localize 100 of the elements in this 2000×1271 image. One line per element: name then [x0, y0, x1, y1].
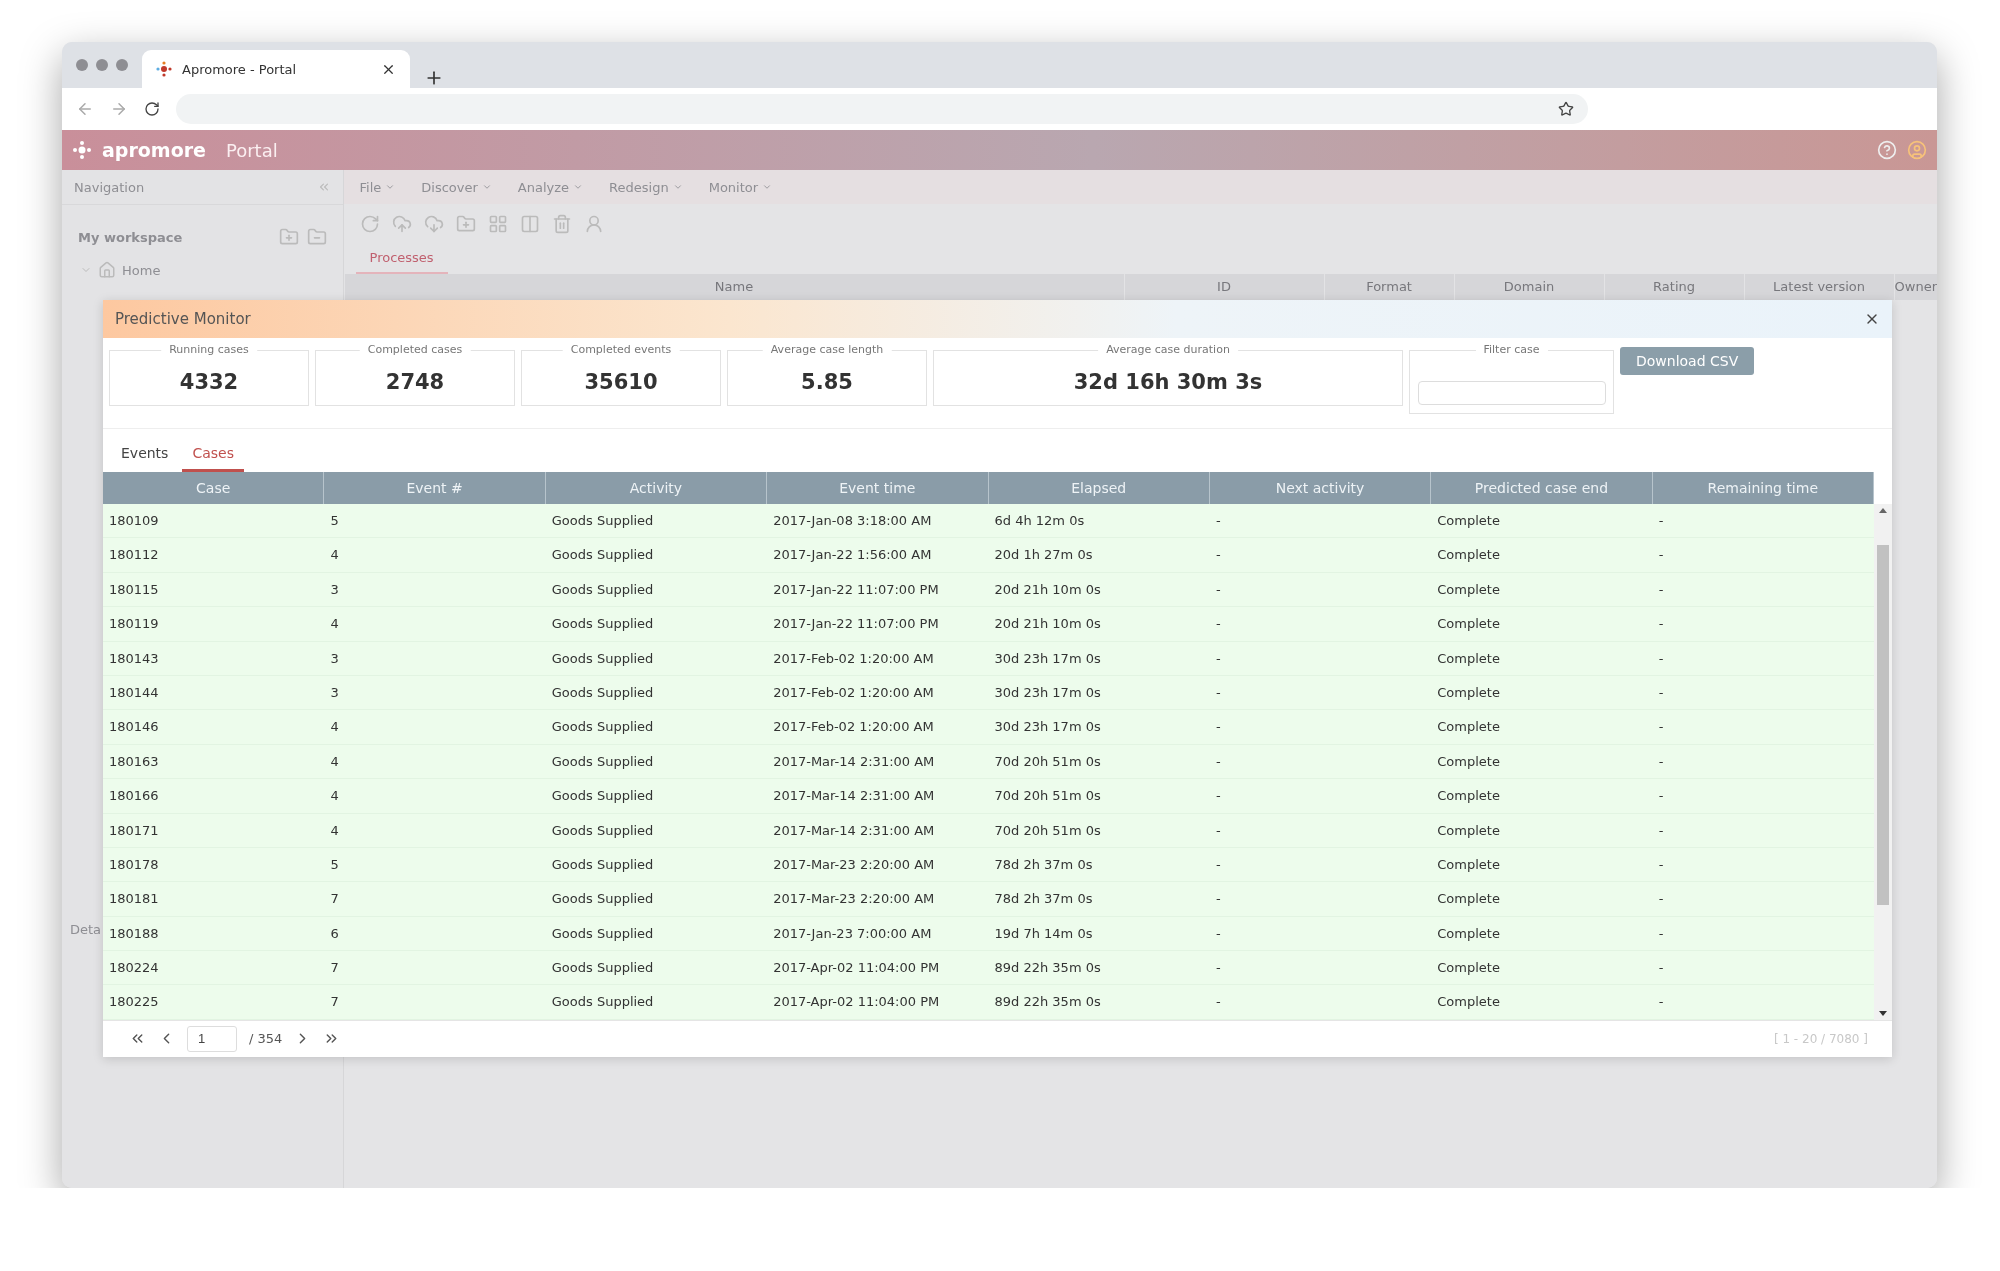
forward-icon[interactable] [110, 100, 128, 118]
scroll-down-icon[interactable] [1879, 1010, 1887, 1016]
stat-label: Average case length [762, 343, 892, 356]
download-csv-button[interactable]: Download CSV [1620, 347, 1755, 375]
table-cell: - [1652, 504, 1874, 539]
menu-item[interactable]: Analyze [517, 179, 570, 195]
menu-item[interactable]: File [359, 179, 382, 195]
table-cell: Complete [1431, 744, 1653, 780]
column-header[interactable]: Next activity [1209, 472, 1432, 504]
table-cell: 2017-Feb-02 1:20:00 AM [767, 641, 989, 676]
tab[interactable]: Events [111, 439, 179, 472]
table-cell: 30d 23h 17m 0s [988, 710, 1210, 745]
window-control-icon[interactable] [76, 59, 88, 71]
table-cell: 180144 [103, 675, 325, 711]
add-folder-icon[interactable] [278, 227, 299, 247]
product-name: Portal [225, 139, 279, 161]
table-cell: - [1209, 572, 1432, 608]
table-cell: 180119 [103, 607, 325, 642]
table-cell: Complete [1431, 779, 1653, 814]
reload-icon[interactable] [144, 101, 160, 117]
upload-icon[interactable] [391, 214, 412, 234]
table-cell: 180115 [103, 572, 325, 608]
grid-icon[interactable] [487, 214, 508, 234]
app-logo-icon [156, 61, 172, 77]
table-cell: 4 [324, 744, 546, 780]
table-cell: 3 [324, 675, 546, 711]
column-header[interactable]: Predicted case end [1431, 472, 1653, 504]
stat-value: 32d 16h 30m 3s [1073, 370, 1263, 394]
table-cell: Goods Supplied [545, 813, 768, 848]
browser-tab[interactable]: Apromore - Portal [142, 50, 410, 88]
user-icon[interactable] [583, 214, 604, 234]
table-cell: 30d 23h 17m 0s [988, 641, 1210, 676]
table-cell: 19d 7h 14m 0s [988, 916, 1210, 952]
table-cell: 20d 1h 27m 0s [988, 538, 1210, 573]
table-cell: Goods Supplied [545, 607, 768, 642]
table-cell: 4 [324, 779, 546, 814]
remove-folder-icon[interactable] [306, 227, 327, 247]
table-cell: 180166 [103, 779, 325, 814]
filter-field[interactable] [1417, 381, 1606, 405]
window-control-icon[interactable] [96, 59, 108, 71]
help-icon[interactable] [1877, 140, 1897, 160]
table-cell: - [1209, 779, 1432, 814]
table-cell: - [1209, 710, 1432, 745]
table-cell: 70d 20h 51m 0s [988, 744, 1210, 780]
table-cell: - [1652, 951, 1874, 986]
table-cell: 180225 [103, 985, 325, 1020]
table-cell: 180143 [103, 641, 325, 676]
table-cell: 3 [324, 641, 546, 676]
table-cell: Goods Supplied [545, 882, 768, 917]
column-header[interactable]: Elapsed [988, 472, 1210, 504]
caret-icon[interactable] [672, 182, 683, 192]
table-cell: - [1209, 504, 1432, 539]
table-cell: 2017-Mar-23 2:20:00 AM [767, 847, 989, 883]
table-cell: - [1652, 847, 1874, 883]
caret-icon[interactable] [573, 182, 584, 192]
scrollbar[interactable] [1874, 504, 1892, 1020]
bookmark-star-icon[interactable] [1558, 101, 1574, 117]
add-folder-icon[interactable] [455, 214, 476, 234]
tree-item[interactable]: Home [62, 255, 343, 285]
menu-item[interactable]: Discover [421, 179, 478, 195]
caret-icon[interactable] [481, 182, 492, 192]
table-cell: 2017-Jan-22 11:07:00 PM [767, 572, 989, 608]
table-cell: 3 [324, 572, 546, 608]
table-cell: 5 [324, 847, 546, 883]
column-header[interactable]: Event # [324, 472, 546, 504]
table-cell: Goods Supplied [545, 916, 768, 952]
stat-label: Completed events [562, 343, 680, 356]
table-cell: Goods Supplied [545, 710, 768, 745]
download-icon[interactable] [423, 214, 444, 234]
table-cell: Complete [1431, 572, 1653, 608]
caret-icon[interactable] [762, 182, 773, 192]
refresh-icon[interactable] [359, 214, 380, 234]
page-field[interactable]: 1 [187, 1025, 237, 1052]
table-cell: - [1209, 985, 1432, 1020]
table-cell: - [1209, 882, 1432, 917]
table-cell: 4 [324, 813, 546, 848]
delete-icon[interactable] [551, 214, 572, 234]
window-control-icon[interactable] [116, 59, 128, 71]
table-cell: 89d 22h 35m 0s [988, 951, 1210, 986]
column-header[interactable]: Case [103, 472, 325, 504]
menu-item[interactable]: Monitor [708, 179, 759, 195]
menu-item[interactable]: Redesign [609, 179, 669, 195]
table-cell: Goods Supplied [545, 572, 768, 608]
table-cell: - [1209, 951, 1432, 986]
table-cell: 2017-Mar-23 2:20:00 AM [767, 882, 989, 917]
table-cell: 180171 [103, 813, 325, 848]
column-header[interactable]: Remaining time [1652, 472, 1874, 504]
column-header[interactable]: Event time [767, 472, 989, 504]
user-icon[interactable] [1907, 140, 1927, 160]
back-icon[interactable] [76, 100, 94, 118]
table-cell: - [1209, 744, 1432, 780]
scroll-up-icon[interactable] [1879, 508, 1887, 513]
table-cell: - [1652, 744, 1874, 780]
table-cell: Complete [1431, 985, 1653, 1020]
caret-icon[interactable] [385, 182, 396, 192]
columns-icon[interactable] [519, 214, 540, 234]
column-header[interactable]: Activity [545, 472, 768, 504]
table-cell: 6d 4h 12m 0s [988, 504, 1210, 539]
table-cell: - [1652, 779, 1874, 814]
table-cell: Complete [1431, 882, 1653, 917]
